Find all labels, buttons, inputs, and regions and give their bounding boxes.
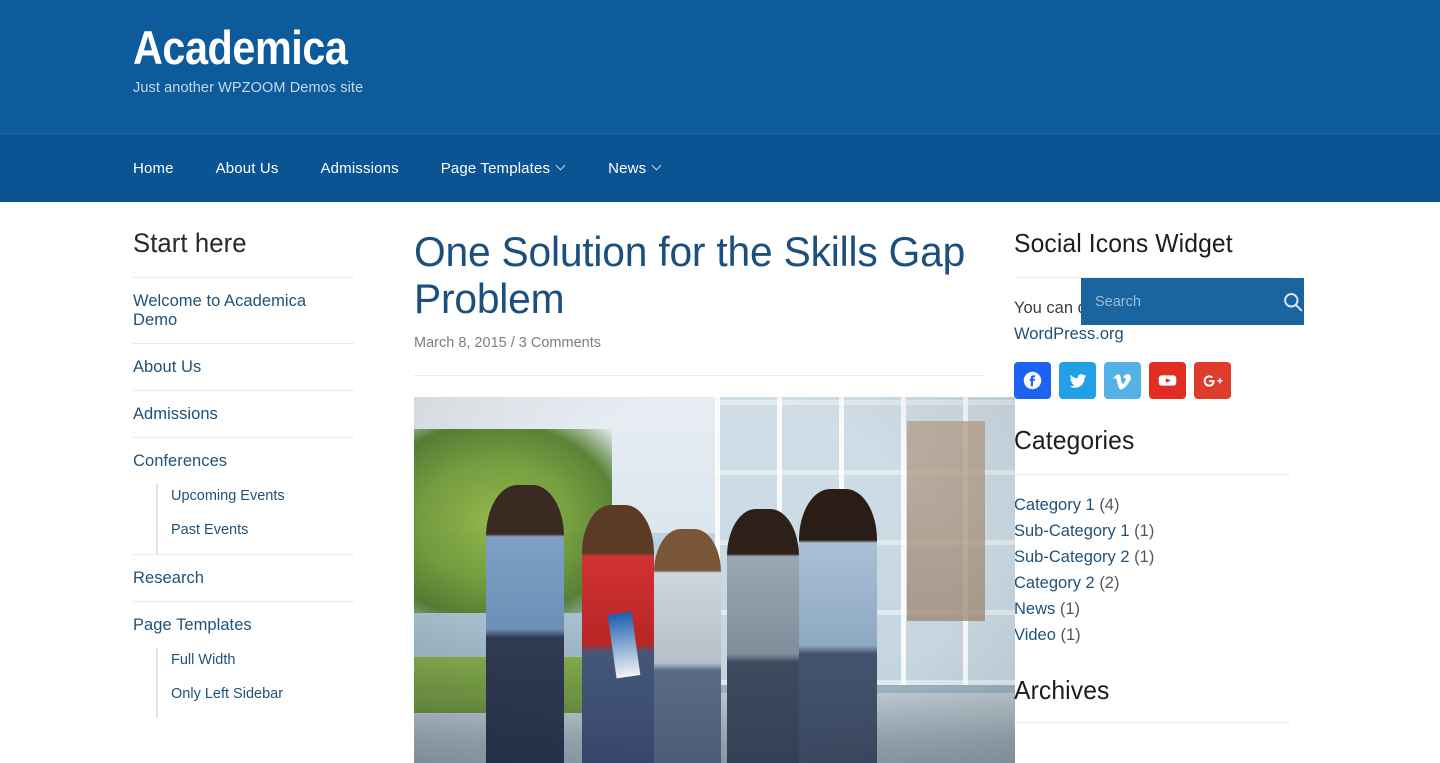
list-item: Category 2 (2) xyxy=(1014,571,1305,597)
sidebar-sublink[interactable]: Past Events xyxy=(171,513,354,554)
list-item: Video (1) xyxy=(1014,623,1305,649)
category-link[interactable]: Category 1 xyxy=(1014,496,1095,514)
sidebar-link[interactable]: Welcome to Academica Demo xyxy=(133,278,354,343)
category-link[interactable]: Category 2 xyxy=(1014,574,1095,592)
category-link[interactable]: Sub-Category 1 xyxy=(1014,522,1130,540)
post-meta: March 8, 2015 / 3 Comments xyxy=(414,335,985,377)
site-tagline: Just another WPZOOM Demos site xyxy=(133,80,364,97)
vimeo-button[interactable] xyxy=(1104,362,1141,400)
nav-label: Page Templates xyxy=(440,159,551,177)
category-link[interactable]: News xyxy=(1014,600,1055,618)
facebook-icon xyxy=(1023,372,1042,390)
main-navigation: Home About Us Admissions Page Templates … xyxy=(0,133,1440,325)
nav-item-admissions[interactable]: Admissions xyxy=(321,160,399,177)
sidebar-submenu-conferences: Upcoming Events Past Events xyxy=(156,484,354,554)
social-icon-list xyxy=(1014,362,1305,400)
widget-body: Category 1 (4) Sub-Category 1 (1) Sub-Ca… xyxy=(1014,475,1305,648)
chevron-down-icon xyxy=(653,162,662,171)
category-count: (1) xyxy=(1059,600,1081,619)
sidebar-item-welcome: Welcome to Academica Demo xyxy=(133,277,354,343)
list-item: Sub-Category 1 (1) xyxy=(1014,519,1305,545)
photo-vignette xyxy=(414,397,1015,763)
sidebar-menu: Welcome to Academica Demo About Us Admis… xyxy=(133,277,354,718)
nav-label: News xyxy=(608,159,647,177)
sidebar-link[interactable]: About Us xyxy=(133,344,354,390)
site-title[interactable]: Academica xyxy=(133,21,1283,75)
nav-item-about-us[interactable]: About Us xyxy=(216,160,279,177)
list-item: Category 1 (4) xyxy=(1014,493,1305,519)
facebook-button[interactable] xyxy=(1014,362,1051,400)
category-count: (2) xyxy=(1099,574,1120,593)
category-link[interactable]: Video xyxy=(1014,626,1056,644)
list-item: News (1) xyxy=(1014,597,1305,623)
widget-title: Categories xyxy=(1014,425,1291,476)
chevron-down-icon xyxy=(557,162,566,171)
sidebar-subitem-past-events: Past Events xyxy=(171,513,354,554)
main-content: One Solution for the Skills Gap Problem … xyxy=(384,228,1015,763)
site-branding: Academica Just another WPZOOM Demos site xyxy=(0,0,1440,96)
nav-item-home[interactable]: Home xyxy=(133,160,174,177)
nav-item-page-templates[interactable]: Page Templates xyxy=(441,160,566,177)
search-button[interactable] xyxy=(1282,278,1304,325)
sidebar-heading: Start here xyxy=(133,228,247,258)
sidebar-link[interactable]: Admissions xyxy=(133,391,354,437)
sidebar-sublink[interactable]: Upcoming Events xyxy=(171,484,354,513)
google-plus-icon xyxy=(1203,375,1222,387)
category-count: (1) xyxy=(1134,522,1155,541)
youtube-icon xyxy=(1158,375,1177,387)
category-link[interactable]: Sub-Category 2 xyxy=(1014,548,1130,566)
main-menu: Home About Us Admissions Page Templates … xyxy=(0,160,704,177)
sidebar-subitem-upcoming-events: Upcoming Events xyxy=(171,484,354,513)
google-plus-button[interactable] xyxy=(1194,362,1231,400)
widget-title: Archives xyxy=(1014,675,1291,723)
categories-list: Category 1 (4) Sub-Category 1 (1) Sub-Ca… xyxy=(1014,493,1305,648)
sidebar-item-admissions: Admissions xyxy=(133,390,354,437)
archives-widget: Archives xyxy=(1014,675,1305,723)
sidebar-sublink[interactable]: Full Width xyxy=(171,648,354,677)
nav-item-news[interactable]: News xyxy=(608,160,662,177)
vimeo-icon xyxy=(1112,374,1131,390)
twitter-icon xyxy=(1069,374,1086,388)
twitter-button[interactable] xyxy=(1059,362,1096,400)
category-count: (1) xyxy=(1060,625,1081,644)
sidebar-subitem-full-width: Full Width xyxy=(171,648,354,677)
left-sidebar: Start here Welcome to Academica Demo Abo… xyxy=(133,228,384,763)
categories-widget: Categories Category 1 (4) Sub-Category 1… xyxy=(1014,425,1305,648)
post-featured-image xyxy=(414,397,1015,763)
sidebar-item-about-us: About Us xyxy=(133,343,354,390)
youtube-button[interactable] xyxy=(1149,362,1186,400)
sidebar-link[interactable]: Research xyxy=(133,555,354,601)
search-icon xyxy=(1284,292,1303,311)
category-count: (4) xyxy=(1099,496,1120,515)
list-item: Sub-Category 2 (1) xyxy=(1014,545,1305,571)
sidebar-item-research: Research xyxy=(133,554,354,601)
widget-title: Social Icons Widget xyxy=(1014,228,1291,278)
sidebar-subitem-only-left-sidebar: Only Left Sidebar xyxy=(171,677,354,718)
category-count: (1) xyxy=(1134,548,1155,567)
sidebar-item-page-templates: Page Templates Full Width Only Left Side… xyxy=(133,601,354,718)
nav-label: About Us xyxy=(215,159,279,177)
nav-label: Admissions xyxy=(320,159,399,177)
page-title: One Solution for the Skills Gap Problem xyxy=(414,228,966,323)
site-header: Academica Just another WPZOOM Demos site xyxy=(0,0,1440,133)
sidebar-sublink[interactable]: Only Left Sidebar xyxy=(171,677,354,718)
nav-label: Home xyxy=(133,159,174,177)
sidebar-link[interactable]: Conferences xyxy=(133,438,354,484)
search-input[interactable] xyxy=(1081,293,1282,310)
search-form xyxy=(1081,278,1304,325)
wordpress-org-link[interactable]: WordPress.org xyxy=(1014,325,1124,343)
sidebar-item-conferences: Conferences Upcoming Events Past Events xyxy=(133,437,354,554)
sidebar-submenu-page-templates: Full Width Only Left Sidebar xyxy=(156,648,354,718)
sidebar-link[interactable]: Page Templates xyxy=(133,602,354,648)
